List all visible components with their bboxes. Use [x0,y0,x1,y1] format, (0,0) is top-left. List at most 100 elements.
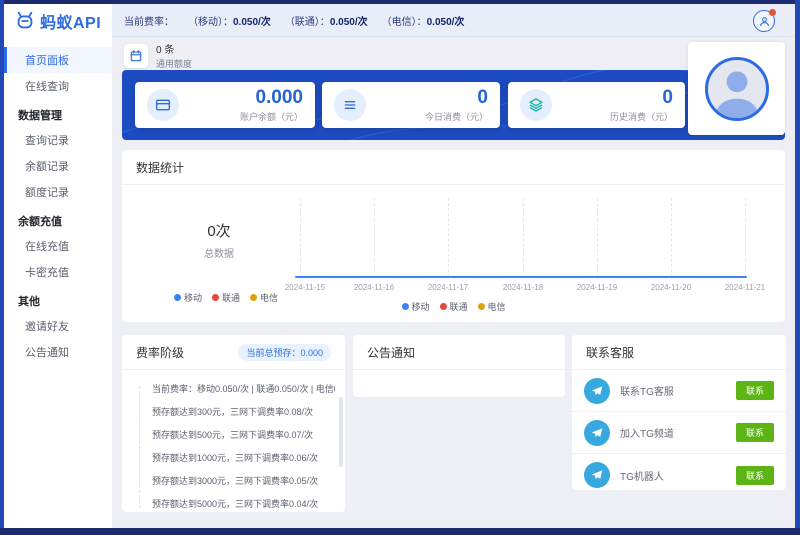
sidebar-item-query-records[interactable]: 查询记录 [4,127,112,153]
sidebar-item-dashboard[interactable]: 首页面板 [4,47,112,73]
sidebar-item-online-query[interactable]: 在线查询 [4,73,112,99]
support-row-tg-bot: TG机器人 联系 [572,454,786,496]
legend-item-unicom[interactable]: 联通 [212,291,240,304]
window-frame-top [0,0,800,4]
legend-item-mobile[interactable]: 移动 [174,291,202,304]
telegram-icon [584,420,610,446]
legend-item-telecom[interactable]: 电信 [250,291,278,304]
sidebar-item-announcements[interactable]: 公告通知 [4,339,112,365]
support-label: TG机器人 [620,468,726,483]
quota-badge: 0 条 通用额度 [124,41,192,70]
profile-avatar [705,57,769,121]
telegram-icon [584,462,610,488]
x-tick: 2024-11-18 [491,283,555,292]
legend-dot [478,303,485,310]
rate-item: 预存额达到3000元，三网下调费率0.05/次 [152,470,335,493]
rate-tiers-list: 当前费率：移动0.050/次 | 联通0.050/次 | 电信0.050/次 预… [122,370,345,522]
rate-item: 预存额达到1000元，三网下调费率0.06/次 [152,447,335,470]
line-chart: 2024-11-15 2024-11-16 2024-11-17 2024-11… [122,150,785,322]
scrollbar[interactable] [339,397,343,467]
legend-left: 移动 联通 电信 [174,291,278,304]
window-frame-right [795,0,800,535]
notice-card: 公告通知 [353,335,565,397]
app-window: 蚂蚁API 当前费率： （移动）：0.050/次 （联通）：0.050/次 （电… [0,0,800,535]
ant-icon [14,10,36,32]
x-tick: 2024-11-15 [273,283,337,292]
gridline [448,198,449,277]
stat-card-today: 0 今日消费（元） [322,82,500,128]
quota-label: 通用额度 [156,57,192,70]
x-tick: 2024-11-17 [416,283,480,292]
stat-balance-value: 0.000 [240,88,303,108]
legend-item-mobile[interactable]: 移动 [401,300,429,313]
gridline [671,198,672,277]
header: 蚂蚁API 当前费率： （移动）：0.050/次 （联通）：0.050/次 （电… [4,4,795,37]
support-label: 加入TG频道 [620,425,726,440]
x-tick: 2024-11-21 [713,283,777,292]
gridline [300,198,301,277]
fee-bar-label: 当前费率： [124,13,174,28]
sidebar-item-invite[interactable]: 邀请好友 [4,313,112,339]
user-avatar-icon[interactable] [753,10,775,32]
join-tg-channel-button[interactable]: 联系 [736,423,774,442]
support-label: 联系TG客服 [620,383,726,398]
stats-banner: 0.000 账户余额（元） 0 今日消费（元） [122,70,785,140]
support-header: 联系客服 [572,335,786,370]
gridline [745,198,746,277]
timeline-line [139,386,140,508]
contact-tg-service-button[interactable]: 联系 [736,381,774,400]
support-title: 联系客服 [586,344,634,361]
telegram-icon [584,378,610,404]
notification-dot [769,9,776,16]
sidebar-section-data: 数据管理 [4,99,112,127]
legend-item-telecom[interactable]: 电信 [478,300,506,313]
legend-dot [250,294,257,301]
open-tg-bot-button[interactable]: 联系 [736,466,774,485]
notice-title: 公告通知 [367,344,415,361]
profile-card[interactable] [688,42,785,135]
sidebar: 首页面板 在线查询 数据管理 查询记录 余额记录 额度记录 余额充值 在线充值 … [4,37,112,528]
calendar-icon [124,44,148,68]
series-line-mobile [295,276,747,278]
stat-card-balance: 0.000 账户余额（元） [135,82,315,128]
x-tick: 2024-11-16 [342,283,406,292]
legend-dot [174,294,181,301]
rate-item: 预存额达到5000元，三网下调费率0.04/次 [152,493,335,516]
legend-dot [439,303,446,310]
fee-mobile: （移动）：0.050/次 [188,13,271,28]
quota-count: 0 条 [156,41,192,56]
stat-today-value: 0 [425,88,488,108]
legend-item-unicom[interactable]: 联通 [439,300,467,313]
rate-item: 当前费率：移动0.050/次 | 联通0.050/次 | 电信0.050/次 [152,378,335,401]
legend-center: 移动 联通 电信 [401,300,505,313]
rate-tiers-header: 费率阶级 当前总预存：0.000 [122,335,345,370]
sidebar-item-balance-records[interactable]: 余额记录 [4,153,112,179]
window-frame-left [0,0,4,535]
gridline [523,198,524,277]
rate-tiers-card: 费率阶级 当前总预存：0.000 当前费率：移动0.050/次 | 联通0.05… [122,335,345,512]
support-card: 联系客服 联系TG客服 联系 加入TG频道 联系 TG机器人 [572,335,786,490]
rate-tiers-title: 费率阶级 [136,344,184,361]
sidebar-item-online-recharge[interactable]: 在线充值 [4,233,112,259]
support-row-tg-channel: 加入TG频道 联系 [572,412,786,454]
gridline [374,198,375,277]
x-tick: 2024-11-20 [639,283,703,292]
legend-dot [212,294,219,301]
legend-dot [401,303,408,310]
stat-history-label: 历史消费（元） [610,110,673,123]
brand-logo[interactable]: 蚂蚁API [4,4,112,37]
sidebar-section-recharge: 余额充值 [4,205,112,233]
rate-item: 预存额达到500元，三网下调费率0.07/次 [152,424,335,447]
sidebar-item-card-recharge[interactable]: 卡密充值 [4,259,112,285]
prepaid-total-badge: 当前总预存：0.000 [238,344,331,361]
x-tick: 2024-11-19 [565,283,629,292]
credit-card-icon [147,89,179,121]
window-frame-bottom [0,528,800,535]
sidebar-item-quota-records[interactable]: 额度记录 [4,179,112,205]
fee-telecom: （电信）：0.050/次 [382,13,465,28]
stat-today-label: 今日消费（元） [425,110,488,123]
brand-name: 蚂蚁API [40,9,101,33]
stat-history-value: 0 [610,88,673,108]
fee-bar: 当前费率： （移动）：0.050/次 （联通）：0.050/次 （电信）：0.0… [112,4,795,37]
main-content: 0 条 通用额度 0.000 账户余额（元） [112,37,795,528]
